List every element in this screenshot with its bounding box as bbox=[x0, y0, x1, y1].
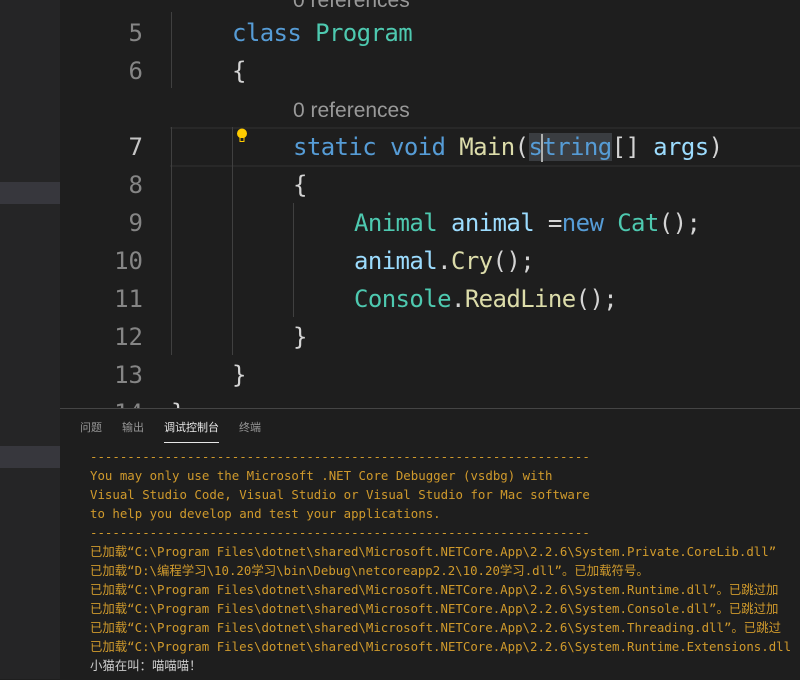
code-editor[interactable]: 0 references 0 references 5 class Program… bbox=[60, 0, 800, 408]
code-token: Console bbox=[354, 285, 452, 313]
code-token: void bbox=[389, 133, 446, 161]
console-line: ----------------------------------------… bbox=[90, 525, 590, 540]
code-text[interactable]: static void Main(string[] args) bbox=[293, 128, 723, 166]
console-line: 已加载“C:\Program Files\dotnet\shared\Micro… bbox=[90, 544, 777, 559]
code-token: [] bbox=[611, 133, 654, 161]
line-number: 5 bbox=[128, 19, 143, 47]
code-text[interactable]: class Program bbox=[232, 14, 413, 52]
code-line[interactable]: 5 class Program bbox=[60, 14, 800, 52]
tab-terminal[interactable]: 终端 bbox=[239, 419, 261, 443]
console-line: 已加载“C:\Program Files\dotnet\shared\Micro… bbox=[90, 601, 779, 616]
line-number: 8 bbox=[128, 171, 143, 199]
line-number: 9 bbox=[128, 209, 143, 237]
code-line[interactable]: 14} bbox=[60, 394, 800, 408]
explorer-sidebar bbox=[0, 0, 60, 679]
code-token: Cat bbox=[617, 209, 659, 237]
console-line: 已加载“C:\Program Files\dotnet\shared\Micro… bbox=[90, 582, 779, 597]
code-text[interactable]: } bbox=[293, 318, 307, 356]
code-token: (); bbox=[575, 285, 618, 313]
code-line[interactable]: 7 static void Main(string[] args) bbox=[60, 128, 800, 166]
code-text[interactable]: Animal animal =new Cat(); bbox=[354, 204, 701, 242]
tab-problems[interactable]: 问题 bbox=[80, 419, 102, 443]
code-line[interactable]: 13} bbox=[60, 356, 800, 394]
console-line: Visual Studio Code, Visual Studio or Vis… bbox=[90, 487, 590, 502]
code-token: animal bbox=[354, 247, 438, 275]
code-text[interactable]: { bbox=[232, 52, 246, 90]
line-number: 7 bbox=[128, 133, 143, 161]
text-cursor bbox=[541, 134, 544, 162]
console-line: ----------------------------------------… bbox=[90, 449, 590, 464]
tab-debug-console[interactable]: 调试控制台 bbox=[164, 419, 219, 443]
code-text[interactable]: } bbox=[232, 356, 246, 394]
code-line[interactable]: 11 Console.ReadLine(); bbox=[60, 280, 800, 318]
code-token: new bbox=[561, 209, 604, 237]
code-token: Animal bbox=[354, 209, 438, 237]
code-token: } bbox=[232, 361, 246, 389]
code-token: Cry bbox=[450, 247, 493, 275]
line-number: 10 bbox=[114, 247, 143, 275]
code-token: . bbox=[450, 285, 465, 313]
code-token: } bbox=[171, 399, 185, 408]
bottom-panel: 问题 输出 调试控制台 终端 -------------------------… bbox=[60, 408, 800, 680]
line-number: 13 bbox=[114, 361, 143, 389]
code-line[interactable]: 12} bbox=[60, 318, 800, 356]
sidebar-selected-item[interactable] bbox=[0, 182, 60, 204]
line-number: 11 bbox=[114, 285, 143, 313]
code-token: string bbox=[528, 133, 612, 162]
line-number: 12 bbox=[114, 323, 143, 351]
code-token: (); bbox=[492, 247, 535, 275]
console-line: 已加载“C:\Program Files\dotnet\shared\Micro… bbox=[90, 620, 781, 635]
codelens-references-main[interactable]: 0 references bbox=[293, 96, 410, 126]
code-text[interactable]: animal.Cry(); bbox=[354, 242, 535, 280]
code-text[interactable]: } bbox=[171, 394, 185, 408]
code-text[interactable]: Console.ReadLine(); bbox=[354, 280, 618, 318]
debug-console-output[interactable]: ----------------------------------------… bbox=[90, 447, 791, 675]
code-line[interactable]: 10 animal.Cry(); bbox=[60, 242, 800, 280]
console-line: to help you develop and test your applic… bbox=[90, 506, 441, 521]
code-token: { bbox=[293, 171, 307, 199]
line-number: 6 bbox=[128, 57, 143, 85]
sidebar-selected-item-2[interactable] bbox=[0, 446, 60, 468]
code-token: ) bbox=[708, 133, 723, 161]
code-token: static bbox=[293, 133, 377, 161]
code-token: ReadLine bbox=[464, 285, 576, 313]
tab-output[interactable]: 输出 bbox=[122, 419, 144, 443]
code-token: Main bbox=[459, 133, 515, 161]
code-token: ( bbox=[514, 133, 529, 161]
code-line[interactable]: 8{ bbox=[60, 166, 800, 204]
code-token: animal bbox=[450, 209, 535, 237]
line-number: 14 bbox=[60, 394, 143, 408]
console-line: 小猫在叫：喵喵喵！ bbox=[90, 658, 202, 673]
panel-tabs: 问题 输出 调试控制台 终端 bbox=[80, 419, 281, 443]
code-token: (); bbox=[658, 209, 701, 237]
code-line[interactable]: 6{ bbox=[60, 52, 800, 90]
code-token: class bbox=[232, 19, 302, 47]
code-token: } bbox=[293, 323, 307, 351]
code-token: . bbox=[437, 247, 451, 275]
code-text[interactable]: { bbox=[293, 166, 307, 204]
code-line[interactable]: 9 Animal animal =new Cat(); bbox=[60, 204, 800, 242]
code-token: Program bbox=[315, 19, 413, 47]
code-token: { bbox=[232, 57, 246, 85]
console-line: 已加载“D:\编程学习\10.20学习\bin\Debug\netcoreapp… bbox=[90, 563, 649, 578]
code-token: = bbox=[534, 209, 562, 237]
console-line: 已加载“C:\Program Files\dotnet\shared\Micro… bbox=[90, 639, 792, 654]
code-token: args bbox=[653, 133, 709, 161]
console-line: You may only use the Microsoft .NET Core… bbox=[90, 468, 553, 483]
